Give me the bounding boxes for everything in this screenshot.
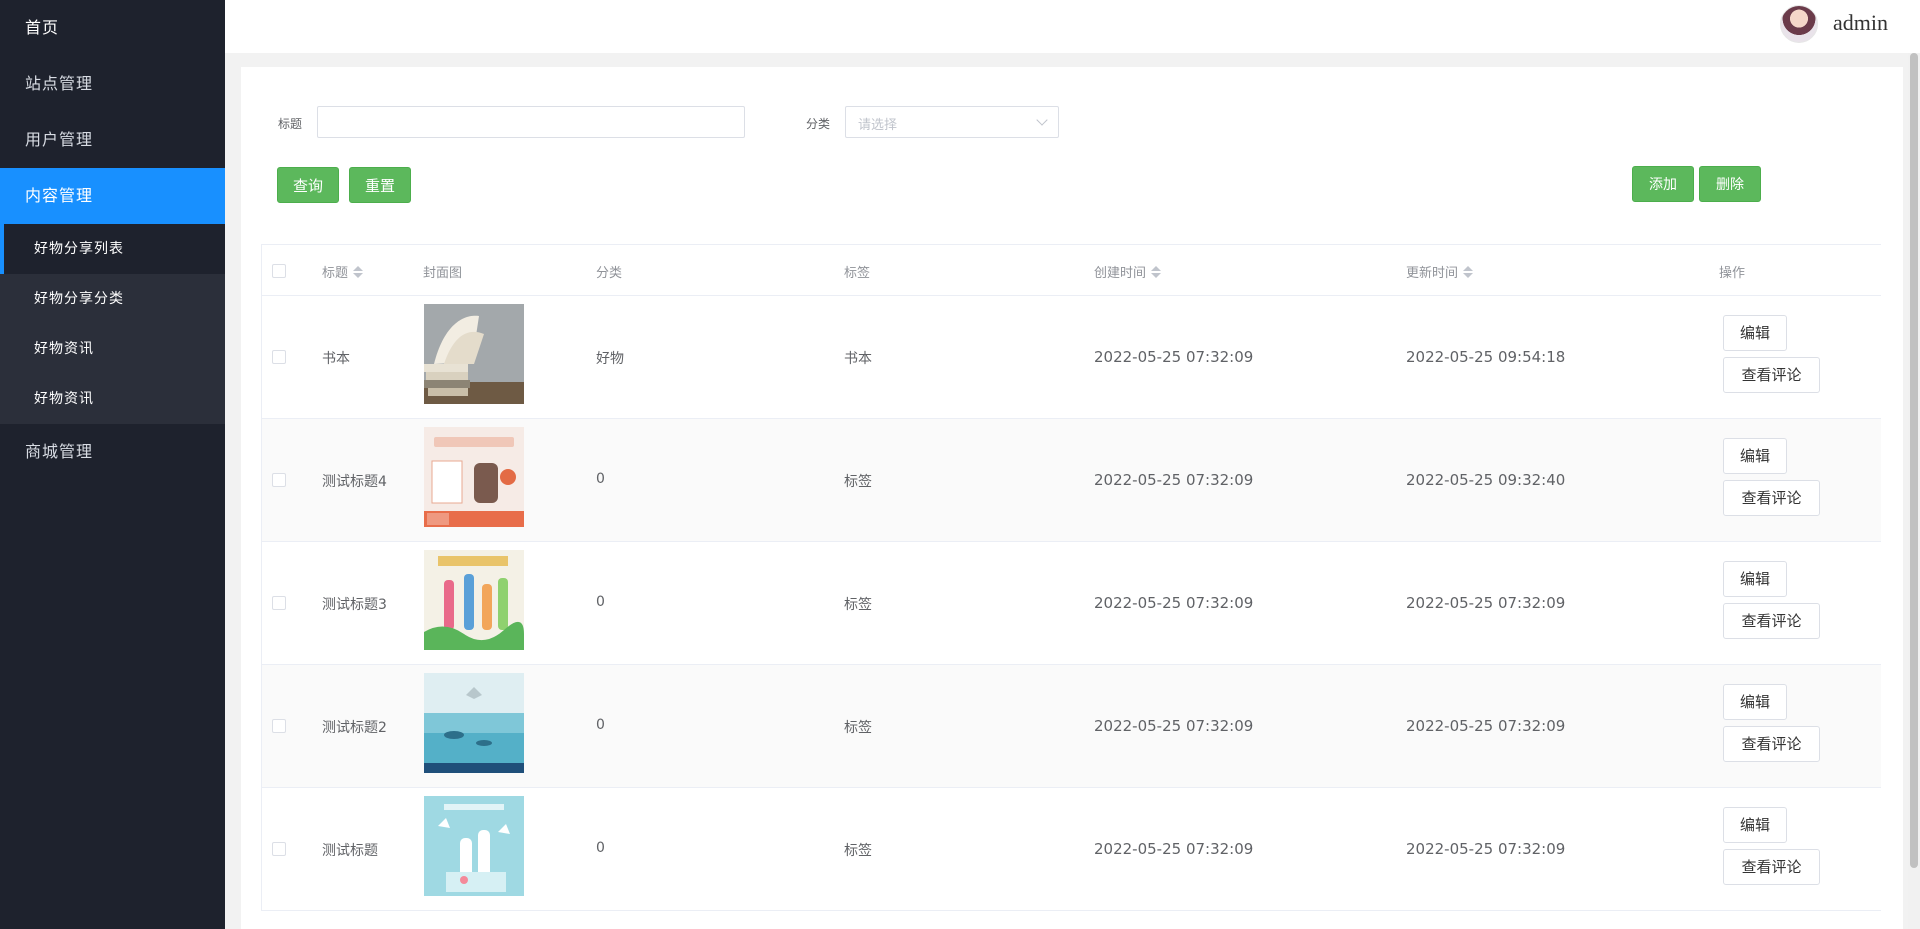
view-comments-button[interactable]: 查看评论 <box>1723 480 1820 516</box>
sort-icon[interactable] <box>1463 266 1474 278</box>
row-title: 测试标题3 <box>322 597 387 613</box>
edit-button[interactable]: 编辑 <box>1723 807 1787 843</box>
row-checkbox[interactable] <box>272 350 286 364</box>
query-button[interactable]: 查询 <box>277 167 339 203</box>
sidebar-item-home[interactable]: 首页 <box>0 0 225 56</box>
table-row: 书本 好物 书本 2022-05-25 07:32:09 2022-05-25 … <box>261 296 1881 419</box>
category-filter-label: 分类 <box>806 117 831 131</box>
row-created: 2022-05-25 07:32:09 <box>1094 717 1254 735</box>
books-image <box>424 304 524 404</box>
row-checkbox[interactable] <box>272 842 286 856</box>
column-tag: 标签 <box>844 266 871 281</box>
row-category: 好物 <box>596 351 624 367</box>
title-filter-label: 标题 <box>278 117 303 131</box>
username[interactable]: admin <box>1833 10 1888 36</box>
content-panel: 标题 分类 请选择 查询 重置 添加 删除 标题 封面图 分类 标签 创建时间 … <box>241 67 1903 929</box>
title-search-input[interactable] <box>317 106 745 138</box>
submenu-item-news-2[interactable]: 好物资讯 <box>0 374 225 424</box>
scrollbar-thumb[interactable] <box>1910 53 1918 868</box>
sidebar-item-mall[interactable]: 商城管理 <box>0 424 225 480</box>
sidebar-item-users[interactable]: 用户管理 <box>0 112 225 168</box>
row-checkbox[interactable] <box>272 596 286 610</box>
row-created: 2022-05-25 07:32:09 <box>1094 348 1254 366</box>
column-title-label: 标题 <box>322 266 349 281</box>
water-scene-image <box>424 673 524 773</box>
row-tag: 标签 <box>844 597 872 613</box>
row-updated: 2022-05-25 09:32:40 <box>1406 471 1566 489</box>
row-updated: 2022-05-25 07:32:09 <box>1406 717 1566 735</box>
edit-button[interactable]: 编辑 <box>1723 684 1787 720</box>
column-actions: 操作 <box>1719 266 1746 281</box>
column-cover: 封面图 <box>423 266 463 281</box>
row-tag: 标签 <box>844 720 872 736</box>
chevron-down-icon <box>1036 114 1048 126</box>
table-row: 测试标题4 0 标签 2022-05-25 07:32:09 2022-05-2… <box>261 419 1881 542</box>
sort-icon[interactable] <box>353 266 364 278</box>
row-category: 0 <box>596 717 605 733</box>
sort-icon[interactable] <box>1151 266 1162 278</box>
row-title: 测试标题2 <box>322 720 387 736</box>
submenu-item-news-1[interactable]: 好物资讯 <box>0 324 225 374</box>
row-created: 2022-05-25 07:32:09 <box>1094 840 1254 858</box>
sidebar: 首页 站点管理 用户管理 内容管理 好物分享列表 好物分享分类 好物资讯 好物资… <box>0 0 225 929</box>
column-title[interactable]: 标题 <box>322 262 364 281</box>
product-ad-image <box>424 427 524 527</box>
delete-button[interactable]: 删除 <box>1699 166 1761 202</box>
submenu-item-share-category[interactable]: 好物分享分类 <box>0 274 225 324</box>
row-tag: 标签 <box>844 474 872 490</box>
add-button[interactable]: 添加 <box>1632 166 1694 202</box>
row-tag: 书本 <box>844 351 872 367</box>
edit-button[interactable]: 编辑 <box>1723 315 1787 351</box>
bottles-butterfly-image <box>424 796 524 896</box>
column-updated[interactable]: 更新时间 <box>1406 262 1474 281</box>
table-header: 标题 封面图 分类 标签 创建时间 更新时间 操作 <box>261 245 1881 296</box>
table-row: 测试标题 0 标签 2022-05-25 07:32:09 2022-05-25… <box>261 788 1881 911</box>
table-row: 测试标题2 0 标签 2022-05-25 07:32:09 2022-05-2… <box>261 665 1881 788</box>
row-updated: 2022-05-25 07:32:09 <box>1406 594 1566 612</box>
row-created: 2022-05-25 07:32:09 <box>1094 594 1254 612</box>
row-updated: 2022-05-25 07:32:09 <box>1406 840 1566 858</box>
row-checkbox[interactable] <box>272 473 286 487</box>
view-comments-button[interactable]: 查看评论 <box>1723 603 1820 639</box>
page-scrollbar[interactable] <box>1908 53 1920 929</box>
top-header: admin <box>225 0 1920 53</box>
view-comments-button[interactable]: 查看评论 <box>1723 726 1820 762</box>
content-table: 标题 封面图 分类 标签 创建时间 更新时间 操作 书本 好物 书本 2022-… <box>261 244 1881 911</box>
submenu-item-share-list[interactable]: 好物分享列表 <box>0 224 225 274</box>
content-submenu: 好物分享列表 好物分享分类 好物资讯 好物资讯 <box>0 224 225 424</box>
select-all-checkbox[interactable] <box>272 264 286 278</box>
column-created[interactable]: 创建时间 <box>1094 262 1162 281</box>
row-tag: 标签 <box>844 843 872 859</box>
user-avatar-icon[interactable] <box>1780 5 1818 43</box>
view-comments-button[interactable]: 查看评论 <box>1723 849 1820 885</box>
category-select-placeholder: 请选择 <box>858 118 898 133</box>
view-comments-button[interactable]: 查看评论 <box>1723 357 1820 393</box>
sidebar-item-site[interactable]: 站点管理 <box>0 56 225 112</box>
row-category: 0 <box>596 594 605 610</box>
row-checkbox[interactable] <box>272 719 286 733</box>
row-category: 0 <box>596 840 605 856</box>
category-select[interactable]: 请选择 <box>845 106 1059 138</box>
row-title: 测试标题 <box>322 843 378 859</box>
edit-button[interactable]: 编辑 <box>1723 561 1787 597</box>
bottles-grass-image <box>424 550 524 650</box>
row-title: 测试标题4 <box>322 474 387 490</box>
column-category: 分类 <box>596 266 623 281</box>
row-category: 0 <box>596 471 605 487</box>
sidebar-item-content[interactable]: 内容管理 <box>0 168 225 224</box>
row-created: 2022-05-25 07:32:09 <box>1094 471 1254 489</box>
table-row: 测试标题3 0 标签 2022-05-25 07:32:09 2022-05-2… <box>261 542 1881 665</box>
column-created-label: 创建时间 <box>1094 266 1147 281</box>
reset-button[interactable]: 重置 <box>349 167 411 203</box>
edit-button[interactable]: 编辑 <box>1723 438 1787 474</box>
column-updated-label: 更新时间 <box>1406 266 1459 281</box>
row-title: 书本 <box>322 351 350 367</box>
row-updated: 2022-05-25 09:54:18 <box>1406 348 1566 366</box>
